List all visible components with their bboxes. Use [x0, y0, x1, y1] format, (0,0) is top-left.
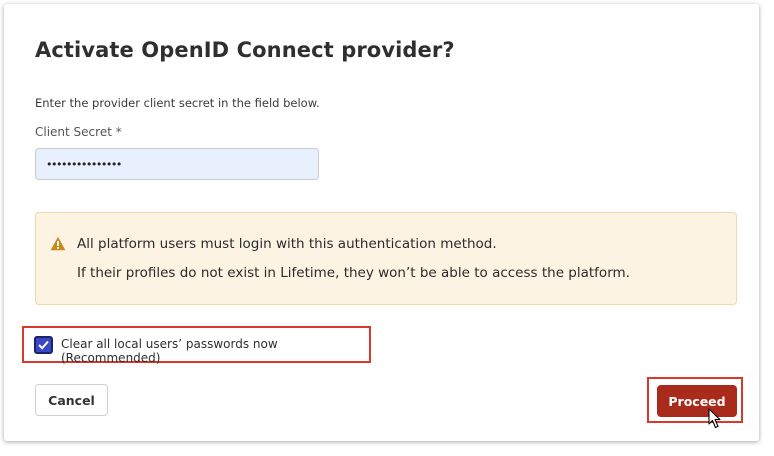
proceed-highlight: Proceed [647, 377, 743, 423]
dialog-title: Activate OpenID Connect provider? [35, 38, 455, 62]
cancel-button[interactable]: Cancel [35, 384, 108, 416]
checkmark-icon [38, 340, 49, 350]
warning-banner: All platform users must login with this … [35, 212, 737, 305]
clear-passwords-checkbox[interactable] [34, 336, 53, 354]
clear-passwords-option[interactable]: Clear all local users’ passwords now (Re… [22, 326, 371, 365]
warning-text-line-2: If their profiles do not exist in Lifeti… [77, 265, 630, 281]
client-secret-input[interactable] [35, 148, 319, 180]
warning-text-line-1: All platform users must login with this … [77, 236, 497, 252]
dialog-instructions: Enter the provider client secret in the … [35, 96, 320, 110]
activate-provider-dialog: Activate OpenID Connect provider? Enter … [4, 4, 759, 441]
proceed-button[interactable]: Proceed [657, 385, 737, 417]
mouse-pointer-icon [708, 408, 721, 429]
client-secret-label: Client Secret * [35, 125, 122, 139]
clear-passwords-label[interactable]: Clear all local users’ passwords now (Re… [61, 337, 369, 365]
warning-triangle-icon [50, 236, 66, 251]
